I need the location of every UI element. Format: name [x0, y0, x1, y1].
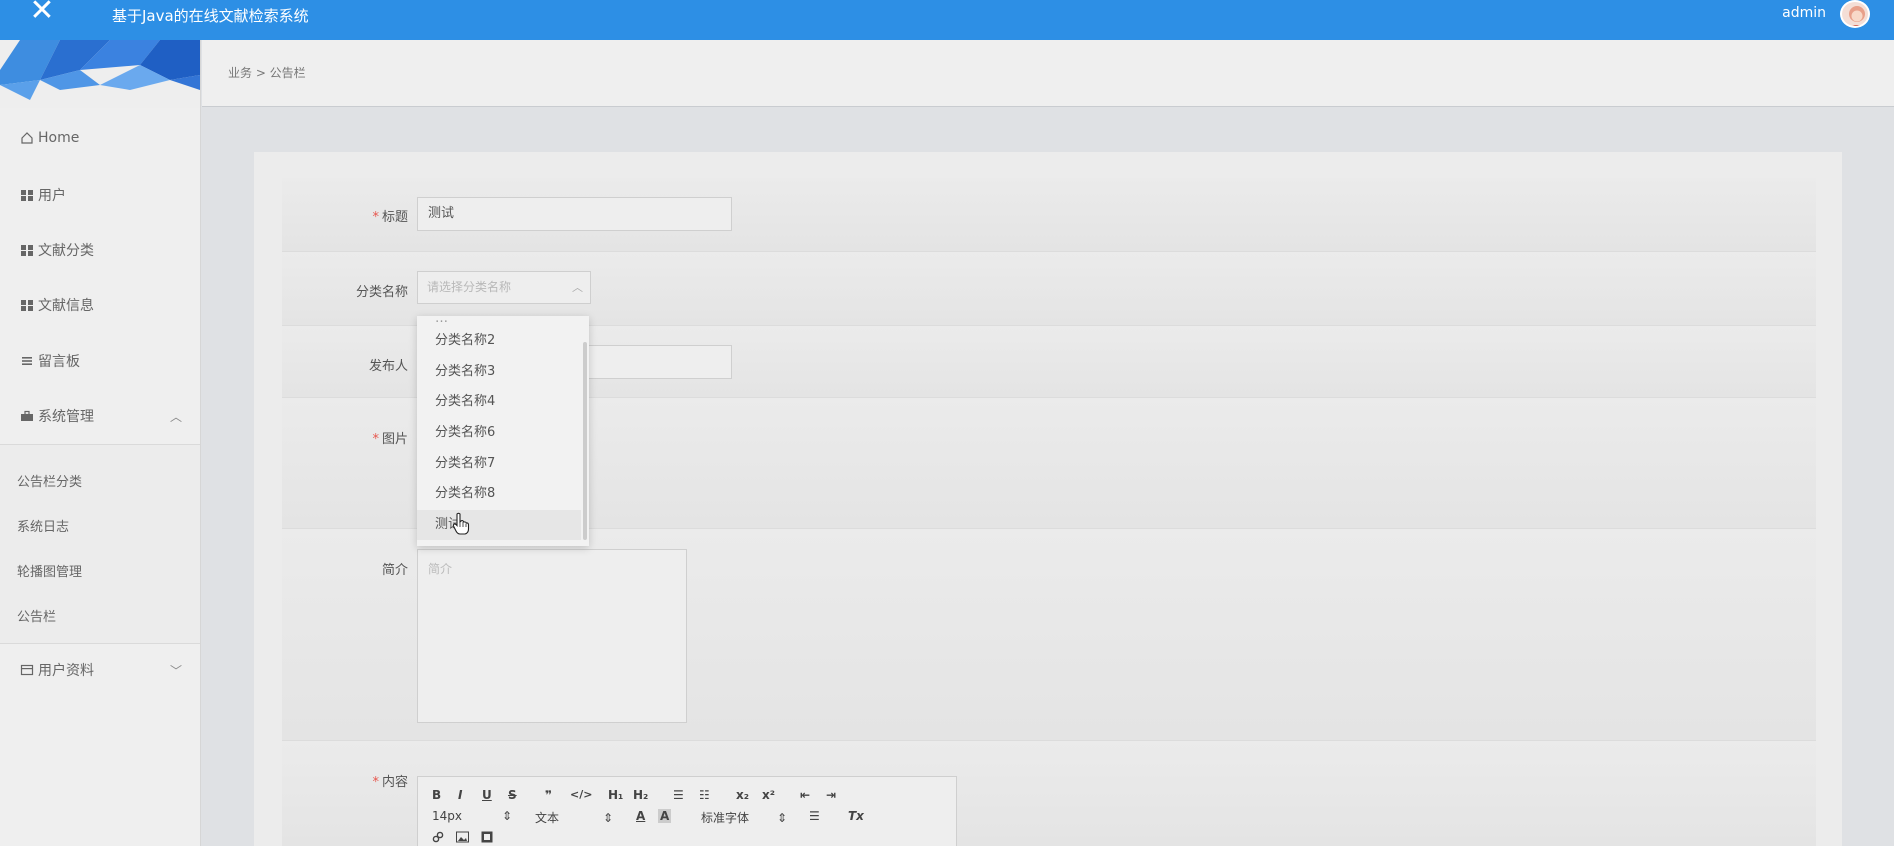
blockquote-button[interactable]: ❞: [545, 788, 552, 802]
avatar-icon[interactable]: [1840, 0, 1870, 28]
ordered-list-button[interactable]: ☰: [673, 788, 684, 802]
hand-cursor-icon: [452, 512, 470, 536]
subscript-button[interactable]: x₂: [736, 788, 749, 802]
category-select[interactable]: 请选择分类名称 ︿: [417, 271, 591, 304]
sidebar-subitem-notice-category[interactable]: 公告栏分类: [17, 471, 82, 490]
grid-icon: [20, 243, 34, 257]
dropdown-option[interactable]: 分类名称6: [417, 418, 581, 448]
grid-icon: [20, 298, 34, 312]
publisher-label: 发布人: [368, 359, 408, 374]
strike-button[interactable]: S: [508, 788, 517, 802]
font-size-select[interactable]: 14px ⇕: [432, 809, 512, 823]
sidebar-item-label: 文献信息: [38, 298, 94, 314]
image-icon[interactable]: [456, 831, 469, 846]
align-icon[interactable]: ☰: [809, 809, 820, 823]
breadcrumb: 业务 > 公告栏: [228, 66, 306, 80]
breadcrumb-bar: 业务 > 公告栏: [202, 40, 1894, 107]
dropdown-scrollbar[interactable]: [583, 342, 587, 540]
username-label[interactable]: admin: [1782, 5, 1826, 21]
link-icon[interactable]: [432, 831, 444, 846]
system-sub-menu: 公告栏分类 系统日志 轮播图管理 公告栏: [0, 444, 200, 644]
bullet-list-button[interactable]: ☷: [699, 788, 710, 802]
title-label: * 标题: [372, 210, 408, 225]
sidebar-item-doc-category[interactable]: 文献分类: [20, 240, 94, 260]
h1-button[interactable]: H₁: [608, 788, 623, 802]
sidebar-banner: [0, 40, 200, 108]
home-icon: [20, 131, 34, 145]
sidebar-subitem-system-log[interactable]: 系统日志: [17, 516, 69, 535]
superscript-button[interactable]: x²: [762, 788, 775, 802]
font-color-icon[interactable]: A: [636, 809, 645, 823]
image-label: * 图片: [372, 432, 408, 447]
title-input[interactable]: 测试: [417, 197, 732, 231]
h2-button[interactable]: H₂: [633, 788, 648, 802]
sidebar-item-system[interactable]: 系统管理 ︿: [20, 406, 190, 426]
chevron-up-icon: ︿: [572, 281, 583, 294]
briefcase-icon: [20, 409, 34, 423]
grid-icon: [20, 188, 34, 202]
sidebar-item-home[interactable]: Home: [20, 130, 79, 146]
clear-format-icon[interactable]: Tx: [848, 809, 864, 823]
sidebar-item-label: 系统管理: [38, 409, 94, 425]
dropdown-option[interactable]: 分类名称4: [417, 387, 581, 417]
intro-label: 简介: [381, 563, 408, 578]
chevron-up-icon: ︿: [170, 409, 183, 424]
italic-button[interactable]: I: [458, 788, 462, 802]
bold-button[interactable]: B: [432, 788, 441, 802]
chevron-down-icon: ﹀: [170, 663, 183, 678]
category-dropdown: … 分类名称2 分类名称3 分类名称4 分类名称6 分类名称7 分类名称8 测试: [417, 316, 589, 546]
dropdown-option-hovered[interactable]: 测试: [417, 510, 581, 540]
sidebar-item-doc-info[interactable]: 文献信息: [20, 295, 94, 315]
card-icon: [20, 663, 34, 677]
dropdown-option[interactable]: 分类名称3: [417, 357, 581, 387]
system-title: 基于Java的在线文献检索系统: [112, 7, 309, 25]
dropdown-option[interactable]: 分类名称7: [417, 449, 581, 479]
sidebar-item-label: Home: [38, 130, 80, 146]
video-icon[interactable]: [481, 831, 493, 846]
sidebar-subitem-carousel[interactable]: 轮播图管理: [17, 561, 82, 580]
outdent-button[interactable]: ⇤: [800, 788, 810, 802]
sidebar-item-label: 用户: [38, 188, 66, 204]
font-family-select[interactable]: 标准字体 ⇕: [701, 809, 787, 826]
close-icon[interactable]: ✕: [28, 0, 56, 26]
list-icon: [20, 354, 34, 368]
background-color-icon[interactable]: A: [658, 809, 672, 823]
sidebar-subitem-notice[interactable]: 公告栏: [17, 606, 56, 625]
code-button[interactable]: </>: [570, 788, 592, 801]
sidebar: Home 用户 文献分类 文献信息 留言板 系统管理 ︿ 公告栏分类 系统日志 …: [0, 40, 201, 846]
content-label: * 内容: [372, 775, 408, 790]
top-header: ✕ 基于Java的在线文献检索系统 admin: [0, 0, 1894, 40]
sidebar-item-label: 留言板: [38, 354, 80, 370]
sidebar-item-users[interactable]: 用户: [20, 185, 66, 205]
category-select-placeholder: 请选择分类名称: [427, 280, 512, 294]
dropdown-option[interactable]: 分类名称2: [417, 326, 581, 356]
sidebar-item-label: 用户资料: [38, 663, 94, 679]
underline-button[interactable]: U: [482, 788, 492, 802]
text-style-select[interactable]: 文本 ⇕: [535, 809, 613, 826]
sidebar-item-label: 文献分类: [38, 243, 94, 259]
intro-textarea[interactable]: 简介: [417, 549, 687, 723]
sidebar-item-message-board[interactable]: 留言板: [20, 351, 80, 371]
rich-text-editor[interactable]: B I U S ❞ </> H₁ H₂ ☰ ☷ x₂ x² ⇤ ⇥ 14px ⇕ …: [417, 776, 957, 846]
category-label: 分类名称: [355, 285, 408, 300]
sidebar-item-profile[interactable]: 用户资料 ﹀: [20, 660, 190, 680]
dropdown-option[interactable]: 分类名称8: [417, 479, 581, 509]
indent-button[interactable]: ⇥: [826, 788, 836, 802]
